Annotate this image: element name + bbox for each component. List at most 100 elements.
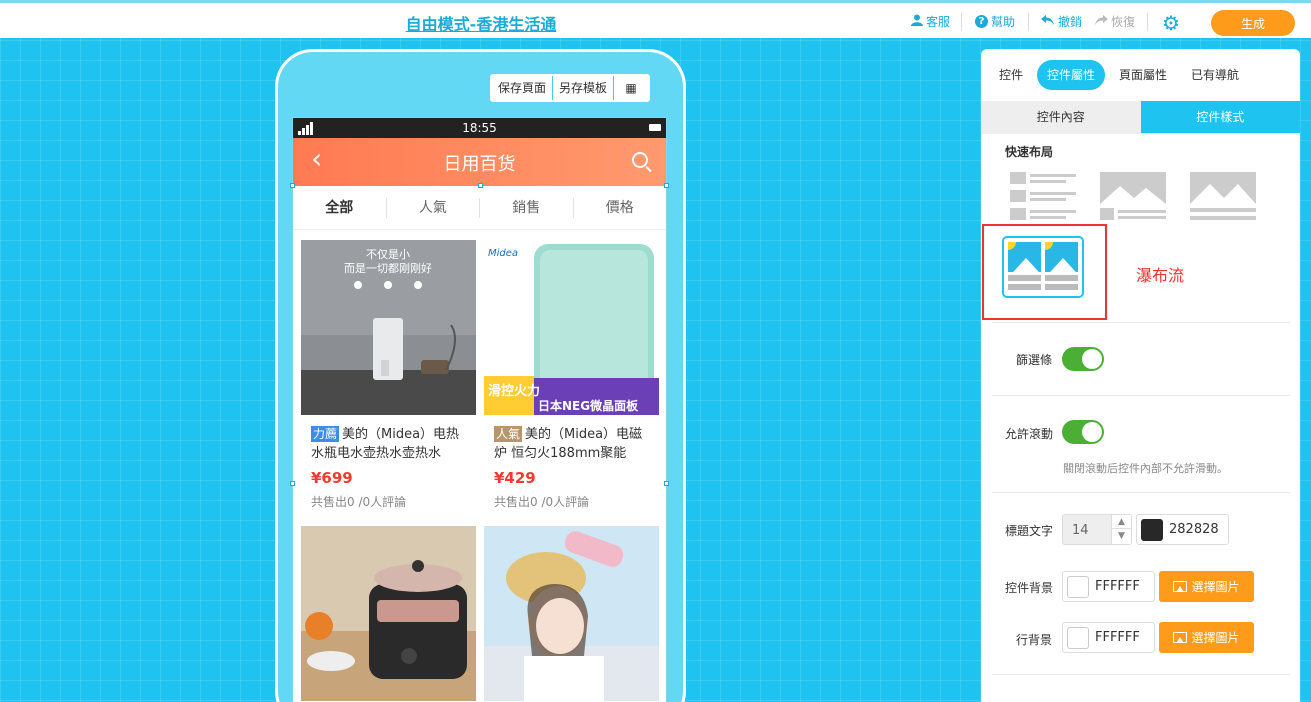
waterfall-label: 瀑布流 [1136,266,1185,285]
stepper-up-icon[interactable]: ▲ [1112,515,1131,529]
tab-price[interactable]: 價格 [574,198,667,218]
color-swatch [1067,626,1089,649]
bg-pick-image-button[interactable]: 選擇圖片 [1159,571,1254,602]
product-sold: 共售出0 /0人評論 [494,495,590,509]
tab-sales[interactable]: 銷售 [480,197,574,218]
product-name: 人氣 美的（Midea）电磁炉 恒匀火188mm聚能 [484,425,659,463]
font-size-value: 14 [1072,523,1089,538]
undo-label: 撤銷 [1058,15,1083,29]
redo-icon [1094,14,1108,29]
tab-popular[interactable]: 人氣 [387,197,480,218]
color-swatch [1141,518,1163,541]
customer-service-label: 客服 [926,15,951,29]
save-template-button[interactable]: 另存模板 [553,76,615,100]
product-tag: 力薦 [311,426,340,442]
nav-title: 日用百货 [443,154,516,175]
image-icon [1045,242,1078,272]
gear-icon[interactable]: ⚙ [1162,11,1180,35]
search-icon[interactable] [632,152,648,168]
undo-button[interactable]: 撤銷 [1041,13,1082,30]
divider [1147,13,1148,31]
divider [992,674,1290,675]
image-icon [1173,581,1188,592]
product-card[interactable]: 不仅是小 而是一切都刚刚好 力薦 美的（Midea）电热水瓶电水壶热水壶热水 ¥6… [301,240,476,510]
status-time: 18:55 [462,121,497,135]
title-text-label: 標題文字 [1005,524,1054,538]
redo-button[interactable]: 恢復 [1094,13,1135,30]
subtab-content[interactable]: 控件內容 [981,101,1141,133]
row-bg-label: 行背景 [1016,633,1053,647]
bg-color-value: FFFFFF [1095,579,1140,594]
panel-tabs: 控件 控件屬性 頁面屬性 已有導航 [981,49,1300,101]
scroll-label: 允許滾動 [1005,427,1054,441]
product-name: 力薦 美的（Midea）电热水瓶电水壶热水壶热水 [301,425,476,463]
product-card[interactable] [484,526,659,701]
tab-page-props[interactable]: 頁面屬性 [1109,60,1177,90]
signal-icon [298,122,313,135]
save-page-button[interactable]: 保存頁面 [492,76,554,100]
qrcode-icon[interactable]: ▦ [614,76,649,100]
top-bar: 自由模式-香港生活通 客服 ? 幫助 撤銷 恢復 ⚙ 生成 [0,0,1311,38]
product-card[interactable] [301,526,476,701]
divider [1028,13,1029,31]
product-image: 不仅是小 而是一切都刚刚好 [301,240,476,415]
divider [961,13,962,31]
layout-big-image-option[interactable] [1190,172,1256,222]
bg-color-picker[interactable]: FFFFFF [1062,571,1155,602]
selection-handle[interactable] [664,183,669,188]
scroll-hint: 關閉滾動后控件內部不允許滑動。 [1063,462,1228,475]
image-icon [1008,242,1041,272]
divider [992,492,1290,493]
product-tag: 人氣 [494,426,523,442]
customer-service-button[interactable]: 客服 [911,13,950,30]
product-sold: 共售出0 /0人評論 [311,495,407,509]
title-color-value: 282828 [1169,522,1219,537]
status-bar: 18:55 [293,118,666,138]
font-size-stepper[interactable]: 14 ▲ ▼ [1062,514,1132,545]
bg-label: 控件背景 [1005,581,1054,595]
tab-widget[interactable]: 控件 [989,60,1033,90]
image-badge: 滑控火力 [488,383,540,399]
filter-bar-toggle[interactable] [1062,347,1104,371]
pick-image-label: 選擇圖片 [1191,580,1240,594]
page-title: 自由模式-香港生活通 [405,15,557,34]
image-caption: 日本NEG微晶面板 [538,398,639,413]
undo-icon [1041,14,1055,29]
tab-widget-props[interactable]: 控件屬性 [1037,60,1106,90]
quick-layout-label: 快速布局 [1005,145,1054,159]
row-bg-color-value: FFFFFF [1095,630,1140,645]
row-bg-pick-image-button[interactable]: 選擇圖片 [1159,622,1254,653]
row-bg-color-picker[interactable]: FFFFFF [1062,622,1155,653]
scroll-toggle[interactable] [1062,420,1104,444]
stepper-down-icon[interactable]: ▼ [1112,529,1131,543]
user-icon [911,14,923,29]
selection-handle[interactable] [478,183,483,188]
layout-grid-option[interactable] [1100,172,1166,222]
pick-image-label: 選擇圖片 [1191,631,1240,645]
image-icon [1173,632,1188,643]
selection-handle[interactable] [664,481,669,486]
phone-toolbar: 保存頁面 另存模板 ▦ [490,74,651,102]
product-price: ¥429 [494,469,536,487]
selection-handle[interactable] [290,183,295,188]
title-color-picker[interactable]: 282828 [1136,514,1229,545]
filter-tabs: 全部 人氣 銷售 價格 [293,186,666,230]
redo-label: 恢復 [1111,15,1136,29]
subtab-style[interactable]: 控件樣式 [1140,101,1300,133]
product-price: ¥699 [311,469,353,487]
tab-all[interactable]: 全部 [293,197,387,218]
generate-button[interactable]: 生成 [1211,10,1295,36]
help-button[interactable]: ? 幫助 [975,13,1015,30]
product-card[interactable]: Midea 滑控火力 日本NEG微晶面板 人氣 美的（Midea）电磁炉 恒匀火1… [484,240,659,510]
layout-waterfall-option[interactable] [1002,236,1084,298]
question-icon: ? [975,15,988,28]
divider [992,395,1290,396]
layout-list-option[interactable] [1010,172,1076,222]
nav-bar: ‹ 日用百货 [293,138,666,186]
help-label: 幫助 [991,15,1016,29]
selection-handle[interactable] [290,481,295,486]
image-caption-1: 不仅是小 [366,248,410,261]
image-caption-2: 而是一切都刚刚好 [344,261,432,275]
panel-subtabs: 控件內容 控件樣式 [981,101,1300,134]
tab-existing-nav[interactable]: 已有導航 [1181,60,1249,90]
